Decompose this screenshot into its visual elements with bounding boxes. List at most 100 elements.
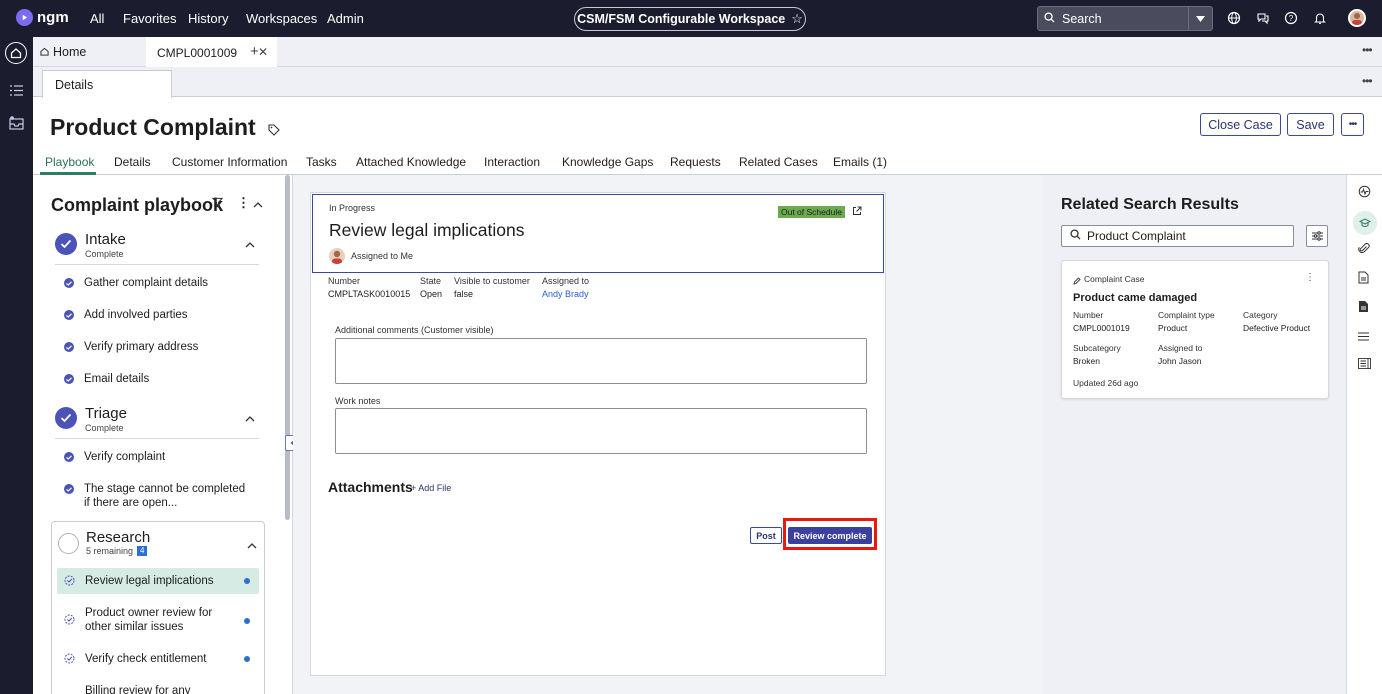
close-tab-icon[interactable]: ✕	[258, 45, 268, 59]
tab-playbook[interactable]: Playbook	[45, 155, 94, 169]
bell-icon[interactable]	[1313, 11, 1327, 25]
task-item[interactable]: Billing review for any	[85, 684, 190, 694]
subtab-bar: Details •••	[33, 67, 1382, 98]
sliders-icon[interactable]	[1306, 225, 1328, 247]
star-icon[interactable]: ☆	[791, 11, 803, 27]
open-external-icon[interactable]	[852, 205, 862, 219]
field-label: Number	[1073, 310, 1104, 320]
tag-icon[interactable]	[268, 115, 280, 142]
search-result-card[interactable]: Complaint Case ⋮ Product came damaged Nu…	[1061, 260, 1329, 399]
unread-dot	[244, 618, 250, 624]
subtab-details[interactable]: Details	[42, 70, 172, 98]
tab-customer-information[interactable]: Customer Information	[172, 155, 287, 169]
nav-admin[interactable]: Admin	[327, 11, 364, 26]
stage-intake[interactable]: Intake Complete	[55, 231, 259, 265]
playbook-title: Complaint playbook	[51, 195, 224, 215]
task-item-selected[interactable]: Review legal implications	[57, 568, 259, 594]
more-subtabs-icon[interactable]: •••	[1362, 74, 1373, 88]
assigned-to-link[interactable]: Andy Brady	[542, 289, 589, 299]
chevron-up-icon[interactable]	[247, 538, 257, 552]
filter-icon[interactable]	[211, 197, 224, 211]
top-navigation: ngm All Favorites History Workspaces Adm…	[0, 0, 1382, 37]
paperclip-icon[interactable]	[1358, 242, 1372, 256]
assigned-to-me: Assigned to Me	[351, 251, 414, 261]
subtab-label: Details	[55, 77, 94, 92]
review-complete-button[interactable]: Review complete	[788, 527, 872, 544]
remaining-badge: 4	[137, 546, 148, 556]
playbook-more-icon[interactable]: ⋮	[237, 195, 250, 211]
tab-related-cases[interactable]: Related Cases	[739, 155, 818, 169]
updated-time: Updated 26d ago	[1073, 378, 1139, 388]
home-small-icon	[40, 45, 49, 59]
task-complete-icon	[64, 342, 74, 352]
nav-workspaces[interactable]: Workspaces	[246, 11, 317, 26]
chat-icon[interactable]	[1256, 11, 1270, 25]
tab-home[interactable]: Home	[40, 37, 86, 67]
tab-tasks[interactable]: Tasks	[306, 155, 337, 169]
add-tab-icon[interactable]: +	[250, 43, 259, 60]
save-button[interactable]: Save	[1287, 113, 1334, 136]
page-title: Product Complaint	[50, 114, 280, 142]
post-button[interactable]: Post	[750, 527, 782, 544]
nav-favorites[interactable]: Favorites	[123, 11, 176, 26]
field-assigned-to: John Jason	[1158, 356, 1202, 366]
workspace-selector[interactable]: CSM/FSM Configurable Workspace ☆	[574, 7, 806, 31]
task-progress-icon	[64, 575, 75, 589]
tab-attached-knowledge[interactable]: Attached Knowledge	[356, 155, 466, 169]
schedule-badge: Out of Schedule	[778, 206, 845, 218]
document-icon[interactable]	[1358, 271, 1372, 285]
stage-title: Research	[86, 529, 151, 546]
search-dropdown-icon[interactable]	[1188, 7, 1212, 30]
playbook-scrollbar[interactable]	[285, 175, 290, 520]
tab-emails[interactable]: Emails (1)	[833, 155, 887, 169]
work-notes-input[interactable]	[335, 408, 867, 454]
filled-document-icon[interactable]	[1358, 300, 1372, 314]
task-item[interactable]: Add involved parties	[84, 308, 188, 322]
chevron-up-icon[interactable]	[245, 411, 255, 425]
more-tabs-icon[interactable]: •••	[1362, 43, 1373, 57]
field-subcategory: Broken	[1073, 356, 1100, 366]
chevron-up-icon[interactable]	[253, 197, 263, 211]
result-title[interactable]: Product came damaged	[1073, 292, 1197, 304]
task-item[interactable]: Product owner review for other similar i…	[85, 606, 235, 634]
page-title-text: Product Complaint	[50, 114, 256, 140]
task-item[interactable]: The stage cannot be completed if there a…	[84, 482, 246, 510]
tab-details[interactable]: Details	[114, 155, 151, 169]
task-item[interactable]: Email details	[84, 372, 149, 386]
task-item[interactable]: Verify primary address	[84, 340, 198, 354]
lines-icon[interactable]	[1358, 330, 1372, 344]
global-search[interactable]: Search	[1037, 6, 1213, 31]
task-item[interactable]: Verify check entitlement	[85, 652, 206, 666]
nav-history[interactable]: History	[188, 11, 228, 26]
tab-requests[interactable]: Requests	[670, 155, 721, 169]
field-complaint-type: Product	[1158, 323, 1188, 333]
tab-interaction[interactable]: Interaction	[484, 155, 540, 169]
comments-label: Additional comments (Customer visible)	[335, 325, 494, 335]
user-avatar[interactable]	[1348, 9, 1366, 27]
panel-list-icon[interactable]	[1358, 358, 1372, 372]
stage-research[interactable]: Research 5 remaining 4 Review legal impl…	[51, 521, 265, 694]
task-item[interactable]: Verify complaint	[84, 450, 165, 464]
graduation-cap-icon[interactable]	[1353, 211, 1377, 235]
inbox-icon[interactable]	[5, 112, 27, 134]
pulse-icon[interactable]	[1358, 185, 1372, 199]
globe-icon[interactable]	[1227, 11, 1241, 25]
stage-triage[interactable]: Triage Complete	[55, 405, 259, 439]
help-icon[interactable]: ?	[1284, 11, 1298, 25]
comments-input[interactable]	[335, 338, 867, 384]
task-complete-icon	[64, 484, 74, 494]
add-file-link[interactable]: + Add File	[411, 483, 451, 493]
nav-all[interactable]: All	[90, 11, 104, 26]
stage-pending-icon	[58, 533, 79, 554]
home-icon[interactable]	[5, 42, 27, 64]
result-more-icon[interactable]: ⋮	[1305, 272, 1315, 283]
logo[interactable]: ngm	[16, 9, 69, 26]
related-search-input[interactable]: Product Complaint	[1061, 225, 1294, 247]
more-actions-button[interactable]: •••	[1341, 113, 1364, 136]
list-icon[interactable]	[5, 79, 27, 101]
field-label: Assigned to	[542, 276, 590, 286]
chevron-up-icon[interactable]	[245, 237, 255, 251]
task-item[interactable]: Gather complaint details	[84, 276, 208, 290]
tab-knowledge-gaps[interactable]: Knowledge Gaps	[562, 155, 653, 169]
close-case-button[interactable]: Close Case	[1200, 113, 1281, 136]
